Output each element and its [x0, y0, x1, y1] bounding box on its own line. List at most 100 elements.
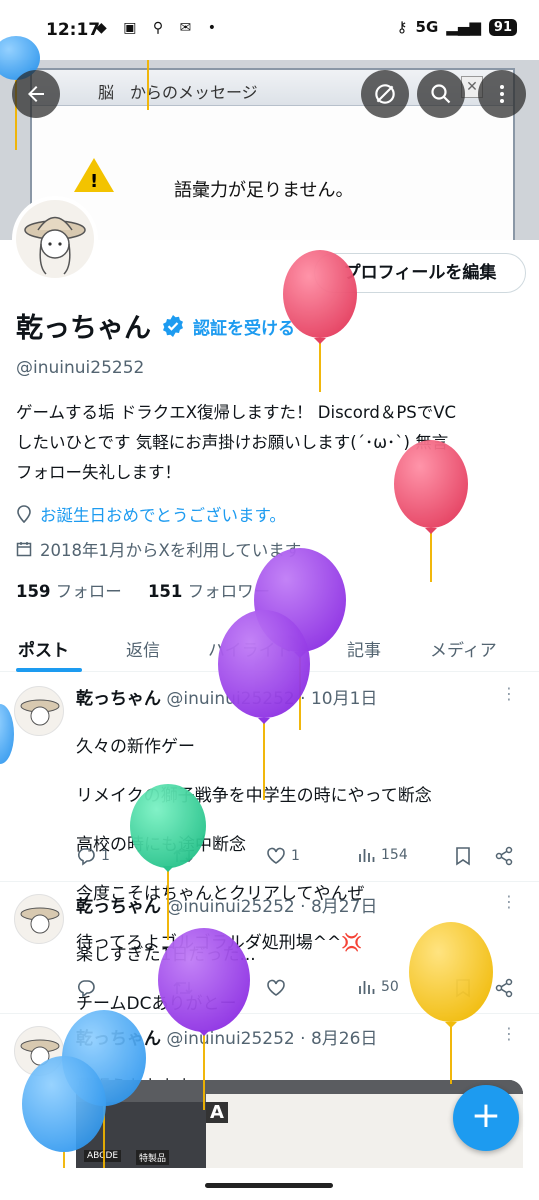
like-button[interactable]: 1 [266, 846, 300, 866]
reply-count: 1 [101, 848, 110, 864]
post-more-icon[interactable]: ⋮ [501, 892, 517, 911]
following-count: 159 [16, 582, 51, 601]
share-icon [495, 846, 513, 866]
media-sign-a: A [206, 1102, 228, 1123]
tab-highlights[interactable]: ハイライト [208, 636, 293, 661]
post[interactable]: 乾っちゃん @inuinui25252 · 8月27日 ⋮ 楽しすぎた1日だった… [0, 882, 539, 1014]
compose-button[interactable]: + [453, 1085, 519, 1151]
post[interactable]: 乾っちゃん @inuinui25252 · 8月26日 ⋮ 幕張うおおおお A … [0, 1014, 539, 1200]
post-avatar[interactable] [14, 894, 64, 944]
profile-avatar[interactable] [12, 196, 98, 282]
retweet-icon [173, 981, 193, 995]
compose-icon: + [470, 1095, 502, 1136]
home-gesture-handle[interactable] [205, 1183, 333, 1188]
post-more-icon[interactable]: ⋮ [501, 1024, 517, 1043]
post-author-name[interactable]: 乾っちゃん [76, 897, 161, 917]
views-count: 154 [381, 847, 408, 863]
get-verified-link[interactable]: 認証を受ける [193, 314, 295, 339]
edit-profile-button[interactable]: プロフィールを編集 [314, 253, 526, 293]
post-date[interactable]: · 8月26日 [300, 1029, 377, 1049]
followers-count: 151 [147, 582, 183, 601]
post-author-handle[interactable]: @inuinui25252 [166, 1029, 294, 1049]
joined-text: 2018年1月からXを利用しています [40, 541, 302, 560]
post-more-icon[interactable]: ⋮ [501, 684, 517, 703]
follow-counts: 159 フォロー 151 フォロワー [16, 578, 270, 602]
avatar-drawing [20, 1039, 60, 1066]
bookmark-button[interactable] [454, 846, 472, 866]
profile-handle: @inuinui25252 [16, 358, 145, 378]
notifications-button[interactable] [361, 70, 409, 118]
calendar-icon [16, 542, 32, 557]
following-label: フォロー [55, 582, 122, 601]
share-icon [495, 978, 513, 998]
share-button[interactable] [494, 846, 514, 866]
post-date[interactable]: · 10月1日 [300, 689, 377, 709]
joined-row: 2018年1月からXを利用しています [16, 537, 301, 561]
share-button[interactable] [494, 978, 514, 998]
post-avatar[interactable] [14, 1026, 64, 1076]
verified-badge-icon[interactable] [161, 314, 185, 338]
post-actions: 50 [76, 978, 521, 1006]
post-author-name[interactable]: 乾っちゃん [76, 1029, 161, 1049]
post-header: 乾っちゃん @inuinui25252 · 8月26日 [76, 1024, 377, 1049]
bio-line: ゲームする垢 ドラクエX復帰しますた！ Discord＆PSでVC [16, 403, 457, 422]
post-header: 乾っちゃん @inuinui25252 · 10月1日 [76, 684, 377, 709]
following-link[interactable]: 159 フォロー [16, 582, 122, 601]
avatar-drawing [24, 216, 86, 275]
retweet-icon [173, 849, 193, 863]
views-icon [359, 849, 375, 862]
status-right: ⚷ 5G ▂▄▆ 91 [397, 18, 517, 36]
active-tab-indicator [16, 668, 82, 672]
avatar-drawing [20, 699, 60, 726]
reply-button[interactable] [76, 978, 96, 998]
views-button[interactable]: 50 [358, 978, 399, 996]
bookmark-button[interactable] [454, 978, 472, 998]
profile-name: 乾っちゃん [16, 313, 151, 344]
back-button[interactable] [12, 70, 60, 118]
no-notifications-icon [375, 84, 395, 104]
followers-label: フォロワー [187, 582, 271, 601]
post[interactable]: 乾っちゃん @inuinui25252 · 10月1日 ⋮ 久々の新作ゲー リメ… [0, 674, 539, 953]
tab-replies[interactable]: 返信 [126, 636, 160, 661]
warning-mark: ! [90, 171, 99, 192]
birthday-text[interactable]: お誕生日おめでとうございます。 [40, 502, 286, 526]
signal-icon: ▂▄▆ [446, 18, 481, 36]
tab-posts[interactable]: ポスト [18, 636, 69, 661]
key-icon: ⚷ [396, 18, 408, 36]
status-bar: 12:17 ◆ ▣ ⚲ ✉ • ⚷ 5G ▂▄▆ 91 [0, 0, 539, 60]
post-line: 久々の新作ゲー [76, 736, 195, 757]
like-icon [267, 847, 285, 864]
post-author-handle[interactable]: @inuinui25252 [166, 897, 294, 917]
profile-tabs: ポスト 返信 ハイライト 記事 メディア [0, 622, 539, 672]
reply-button[interactable]: 1 [76, 846, 110, 866]
birthday-row: お誕生日おめでとうございます。 [16, 502, 286, 526]
more-button[interactable] [478, 70, 526, 118]
tab-articles[interactable]: 記事 [347, 636, 381, 661]
like-icon [267, 979, 285, 996]
bookmark-icon [456, 979, 470, 998]
retweet-button[interactable] [172, 978, 194, 998]
status-time: 12:17 [46, 20, 101, 40]
search-button[interactable] [417, 70, 465, 118]
dialog-title: 脳 からのメッセージ [98, 83, 258, 102]
bio-line: フォロー失礼します！ [16, 463, 181, 482]
reply-icon [77, 848, 95, 866]
views-button[interactable]: 154 [358, 846, 408, 864]
retweet-button[interactable] [172, 846, 194, 866]
tab-media[interactable]: メディア [430, 636, 497, 661]
back-arrow-icon [28, 86, 44, 102]
like-count: 1 [291, 848, 300, 864]
bio-line: したいひとです 気軽にお声掛けお願いします(´･ω･`) 無言 [16, 433, 449, 452]
profile-bio: ゲームする垢 ドラクエX復帰しますた！ Discord＆PSでVC したいひとで… [16, 398, 528, 488]
more-icon [500, 85, 504, 103]
post-actions: 1 1 154 [76, 846, 521, 874]
followers-link[interactable]: 151 フォロワー [148, 582, 270, 601]
like-button[interactable] [266, 978, 286, 998]
post-author-handle[interactable]: @inuinui25252 [166, 689, 294, 709]
post-date[interactable]: · 8月27日 [300, 897, 377, 917]
post-author-name[interactable]: 乾っちゃん [76, 689, 161, 709]
network-label: 5G [415, 18, 439, 36]
post-avatar[interactable] [14, 686, 64, 736]
views-icon [359, 981, 375, 994]
notification-icons: ◆ ▣ ⚲ ✉ • [96, 20, 223, 36]
